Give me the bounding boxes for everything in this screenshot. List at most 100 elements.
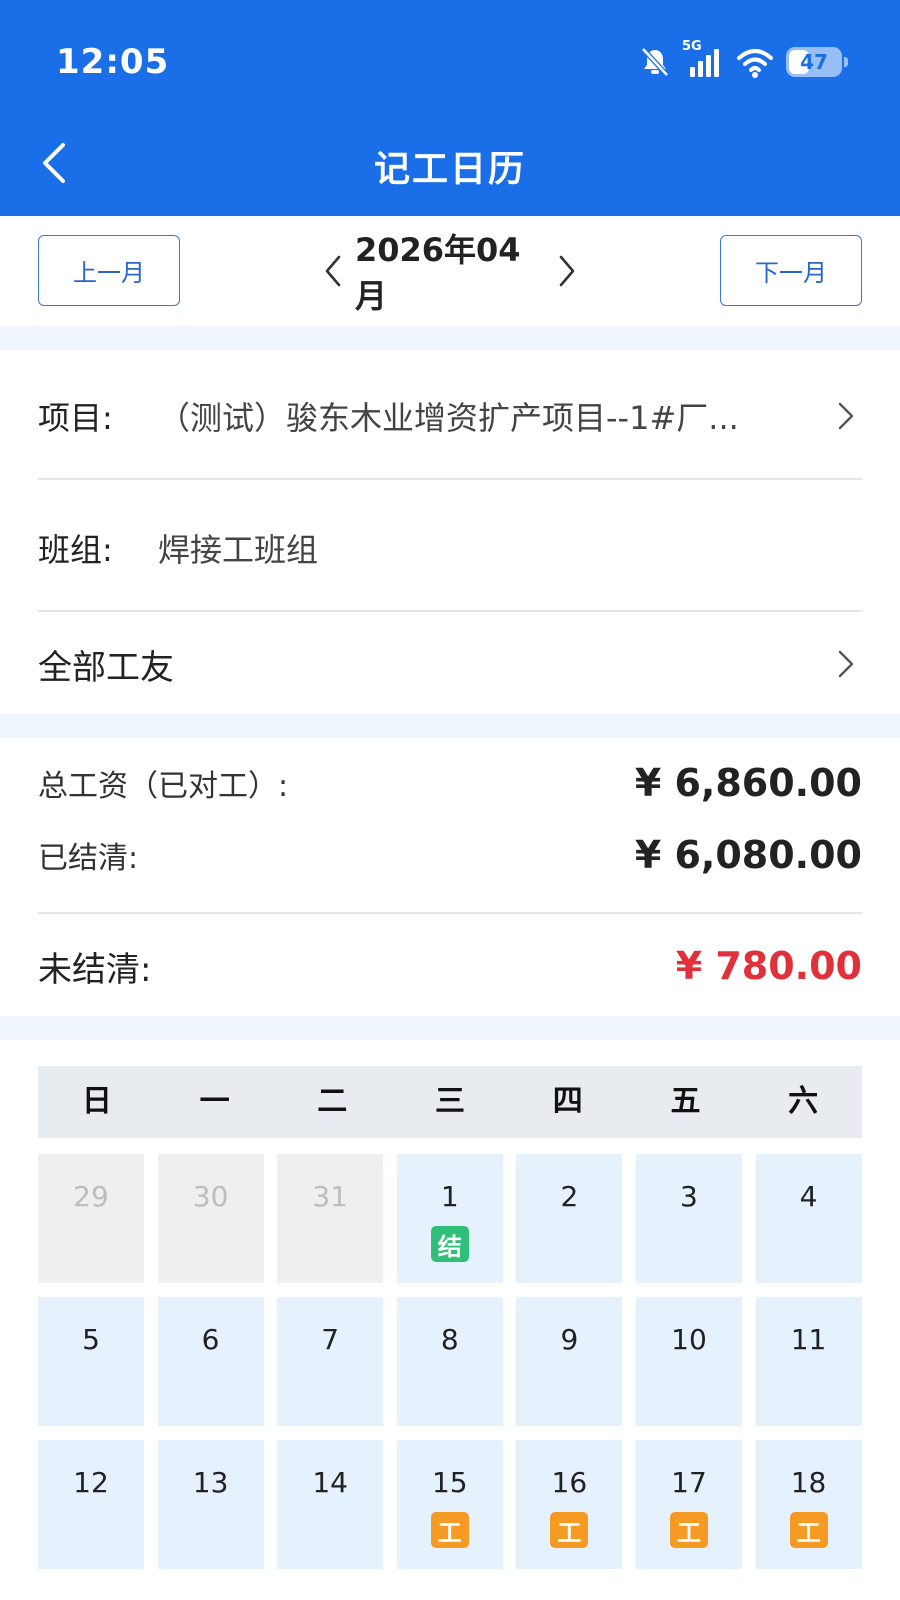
- calendar-day[interactable]: 7: [277, 1297, 384, 1426]
- total-wage-row: 总工资（已对工）: ¥ 6,860.00: [38, 748, 862, 818]
- day-number: 31: [312, 1180, 348, 1213]
- calendar-day[interactable]: 3: [635, 1154, 742, 1283]
- project-label: 项目:: [38, 399, 113, 437]
- status-time: 12:05: [56, 42, 170, 82]
- project-value: （测试）骏东木业增资扩产项目--1#厂...: [158, 399, 739, 437]
- divider: [38, 610, 862, 612]
- app-header: 12:05 5G 47 记工日历: [0, 0, 900, 216]
- calendar-day[interactable]: 8: [396, 1297, 503, 1426]
- weekday-label: 五: [670, 1084, 701, 1119]
- divider: [38, 912, 862, 914]
- calendar-day[interactable]: 18 工: [755, 1440, 862, 1569]
- day-number: 15: [431, 1466, 468, 1499]
- day-number: 8: [440, 1323, 459, 1356]
- day-number: 18: [790, 1466, 827, 1499]
- calendar-day[interactable]: 16 工: [516, 1440, 623, 1569]
- page-title: 记工日历: [373, 149, 526, 190]
- calendar-day[interactable]: 14: [277, 1440, 384, 1569]
- prev-month-button[interactable]: 上一月: [38, 235, 180, 306]
- unsettled-row: 未结清: ¥ 780.00: [38, 926, 862, 1006]
- calendar-day[interactable]: 31: [277, 1154, 384, 1283]
- calendar-day[interactable]: 15 工: [396, 1440, 503, 1569]
- current-month[interactable]: 2026年04月: [355, 225, 545, 317]
- weekday-header: 日 一 二 三 四 五 六: [38, 1066, 862, 1138]
- weekday-label: 三: [435, 1084, 466, 1119]
- weekday-label: 二: [317, 1084, 348, 1119]
- status-icons: 5G 47: [638, 39, 848, 84]
- total-wage-label: 总工资（已对工）:: [38, 769, 289, 804]
- unsettled-label: 未结清:: [38, 949, 152, 990]
- calendar-day[interactable]: 30: [157, 1154, 264, 1283]
- calendar-day[interactable]: 5: [38, 1297, 144, 1426]
- work-badge: 工: [430, 1512, 469, 1548]
- day-number: 14: [312, 1466, 348, 1499]
- project-row[interactable]: 项目: （测试）骏东木业增资扩产项目--1#厂...: [38, 368, 862, 464]
- filter-card: 项目: （测试）骏东木业增资扩产项目--1#厂... 班组: 焊接工班组 全部工…: [0, 350, 900, 714]
- calendar-day[interactable]: 29: [38, 1154, 144, 1283]
- day-number: 1: [440, 1180, 459, 1213]
- work-calendar: 日 一 二 三 四 五 六 29 30 31 1 结 2 3 4 5 6 7 8 9 10 11 12 13 14…: [0, 1040, 900, 1600]
- section-divider: [0, 714, 900, 738]
- month-selector: 2026年04月: [320, 231, 580, 315]
- unsettled-value: ¥ 780.00: [675, 944, 862, 988]
- work-badge: 工: [669, 1512, 708, 1548]
- calendar-day[interactable]: 10: [635, 1297, 742, 1426]
- day-number: 16: [551, 1466, 588, 1499]
- chevron-left-icon[interactable]: [320, 251, 347, 291]
- battery-level: 47: [800, 50, 828, 74]
- workers-label: 全部工友: [38, 647, 174, 688]
- month-navigation: 上一月 2026年04月 下一月: [0, 216, 900, 326]
- day-number: 11: [790, 1323, 827, 1356]
- calendar-day[interactable]: 17 工: [635, 1440, 742, 1569]
- calendar-day[interactable]: 6: [157, 1297, 264, 1426]
- network-type: 5G: [682, 39, 702, 54]
- workers-row[interactable]: 全部工友: [38, 616, 862, 712]
- calendar-day[interactable]: 9: [516, 1297, 623, 1426]
- team-label: 班组:: [38, 531, 113, 569]
- calendar-grid: 29 30 31 1 结 2 3 4 5 6 7 8 9 10 11 12 13 14 15 工 16 工 17 工 18 工: [38, 1154, 862, 1569]
- day-number: 4: [799, 1180, 818, 1213]
- section-divider: [0, 326, 900, 350]
- day-number: 30: [192, 1180, 229, 1213]
- day-number: 3: [680, 1180, 698, 1213]
- mute-bell-icon: [638, 45, 672, 79]
- total-wage-value: ¥ 6,860.00: [634, 761, 862, 805]
- day-number: 17: [671, 1466, 707, 1499]
- day-number: 2: [560, 1180, 579, 1213]
- calendar-day[interactable]: 1结: [396, 1154, 503, 1283]
- work-badge: 工: [550, 1512, 589, 1548]
- weekday-label: 一: [199, 1084, 230, 1119]
- day-number: 29: [73, 1180, 109, 1213]
- team-value: 焊接工班组: [158, 531, 319, 569]
- day-number: 6: [201, 1323, 220, 1356]
- day-number: 5: [82, 1323, 100, 1356]
- settled-label: 已结清:: [38, 841, 139, 876]
- wage-summary: 总工资（已对工）: ¥ 6,860.00 已结清: ¥ 6,080.00 未结清…: [0, 738, 900, 1016]
- calendar-day[interactable]: 4: [755, 1154, 862, 1283]
- wifi-icon: [736, 45, 774, 79]
- work-badge: 工: [789, 1512, 828, 1548]
- calendar-day[interactable]: 12: [38, 1440, 144, 1569]
- battery-icon: 47: [786, 47, 848, 77]
- chevron-right-icon: [834, 646, 858, 682]
- section-divider: [0, 1016, 900, 1040]
- day-number: 9: [560, 1323, 579, 1356]
- weekday-label: 六: [788, 1084, 819, 1119]
- settled-row: 已结清: ¥ 6,080.00: [38, 820, 862, 890]
- weekday-label: 四: [552, 1084, 583, 1119]
- next-month-button[interactable]: 下一月: [720, 235, 862, 306]
- calendar-day[interactable]: 2: [516, 1154, 623, 1283]
- day-number: 13: [192, 1466, 229, 1499]
- settled-badge: 结: [430, 1226, 469, 1262]
- team-row: 班组: 焊接工班组: [38, 500, 862, 596]
- chevron-right-icon: [834, 398, 858, 434]
- weekday-label: 日: [81, 1084, 112, 1119]
- settled-value: ¥ 6,080.00: [634, 833, 862, 877]
- chevron-right-icon[interactable]: [553, 251, 580, 291]
- calendar-day[interactable]: 11: [755, 1297, 862, 1426]
- day-number: 12: [73, 1466, 109, 1499]
- signal-5g-icon: 5G: [682, 39, 724, 79]
- day-number: 7: [321, 1323, 340, 1356]
- divider: [38, 478, 862, 480]
- calendar-day[interactable]: 13: [157, 1440, 264, 1569]
